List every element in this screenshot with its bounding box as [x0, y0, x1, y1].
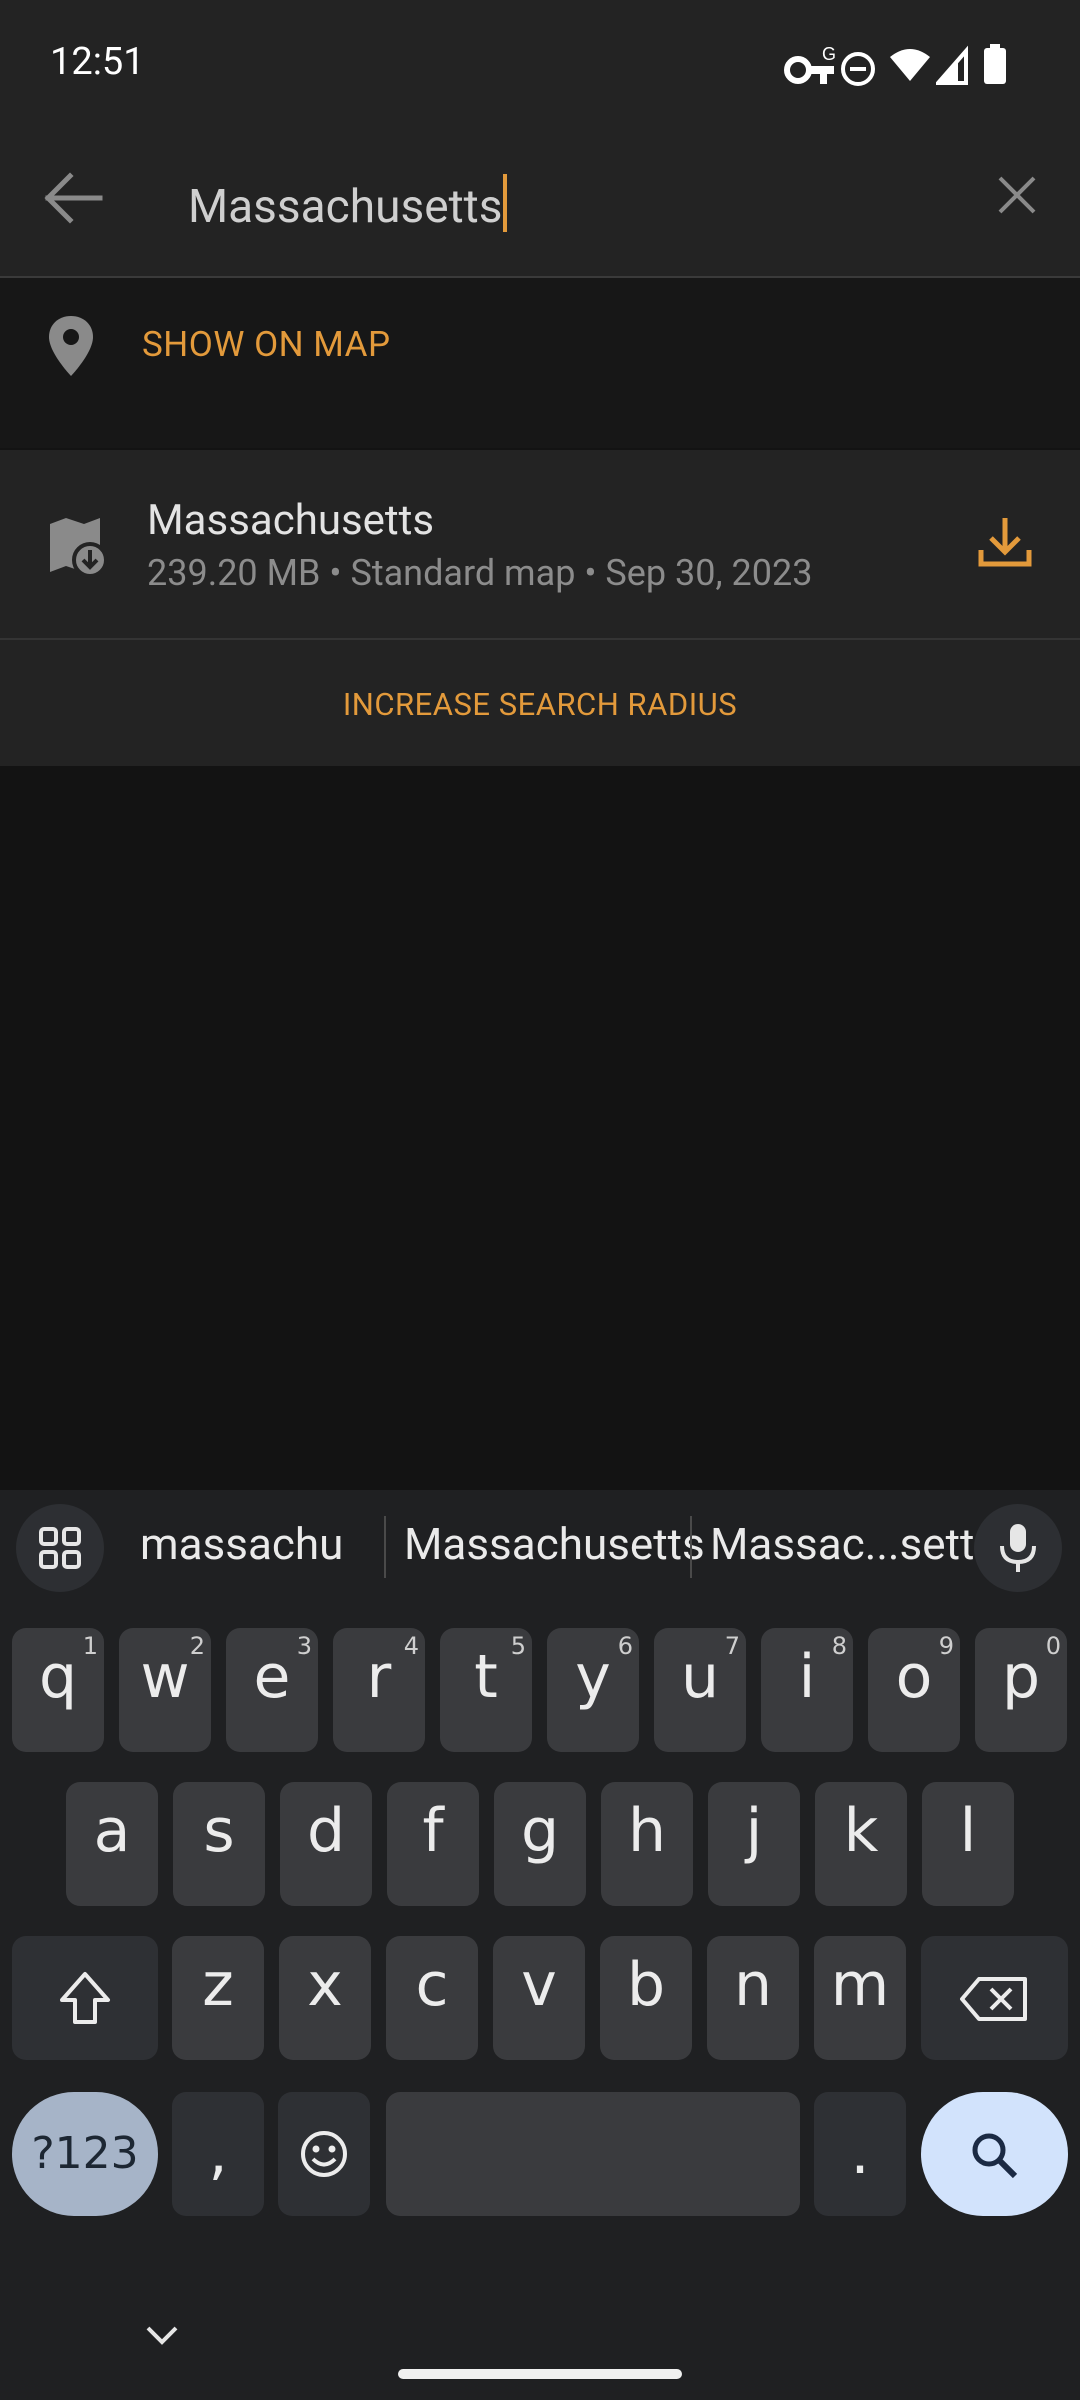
- key-e[interactable]: e3: [226, 1628, 318, 1752]
- key-s[interactable]: s: [173, 1782, 265, 1906]
- key-r[interactable]: r4: [333, 1628, 425, 1752]
- key-y[interactable]: y6: [547, 1628, 639, 1752]
- backspace-icon: [960, 1977, 1027, 2021]
- key-hint: 6: [617, 1632, 633, 1660]
- key-o[interactable]: o9: [868, 1628, 960, 1752]
- key-label: n: [733, 1950, 773, 2020]
- search-input[interactable]: Massachusetts: [188, 174, 508, 234]
- key-h[interactable]: h: [601, 1782, 693, 1906]
- chevron-down-icon[interactable]: [142, 2320, 182, 2350]
- key-t[interactable]: t5: [440, 1628, 532, 1752]
- battery-icon: [984, 44, 1006, 84]
- download-icon[interactable]: [975, 512, 1035, 572]
- key-j[interactable]: j: [708, 1782, 800, 1906]
- key-hint: 1: [82, 1632, 98, 1660]
- key-label: b: [626, 1950, 666, 2020]
- voice-input-button[interactable]: [974, 1504, 1062, 1592]
- shift-icon: [60, 1972, 110, 2024]
- emoji-icon: [301, 2131, 347, 2177]
- key-label: j: [745, 1796, 763, 1866]
- key-hint: 8: [831, 1632, 847, 1660]
- suggestion-1[interactable]: massachu: [140, 1518, 343, 1570]
- key-label: m: [830, 1950, 890, 2020]
- show-on-map-row[interactable]: SHOW ON MAP: [0, 278, 1080, 448]
- key-hint: 7: [724, 1632, 740, 1660]
- key-label: g: [520, 1796, 560, 1866]
- key-label: k: [843, 1796, 879, 1866]
- search-query: Massachusetts: [188, 180, 503, 234]
- result-meta: 239.20 MB • Standard map • Sep 30, 2023: [147, 552, 813, 594]
- key-b[interactable]: b: [600, 1936, 692, 2060]
- key-label: f: [422, 1796, 444, 1866]
- shift-key[interactable]: [12, 1936, 158, 2060]
- key-label: z: [202, 1950, 234, 2020]
- close-icon[interactable]: [990, 168, 1044, 222]
- key-hint: 0: [1045, 1632, 1061, 1660]
- vpn-key-icon: G: [784, 44, 836, 84]
- result-list-item[interactable]: Massachusetts 239.20 MB • Standard map •…: [0, 450, 1080, 640]
- key-hint: 5: [510, 1632, 526, 1660]
- key-label: v: [521, 1950, 557, 2020]
- status-time: 12:51: [50, 40, 145, 84]
- key-c[interactable]: c: [386, 1936, 478, 2060]
- map-pin-icon: [49, 316, 93, 376]
- search-icon: [972, 2133, 1018, 2179]
- result-title: Massachusetts: [147, 496, 435, 545]
- key-label: h: [627, 1796, 667, 1866]
- key-p[interactable]: p0: [975, 1628, 1067, 1752]
- microphone-icon: [1000, 1524, 1036, 1572]
- key-i[interactable]: i8: [761, 1628, 853, 1752]
- key-label: x: [307, 1950, 343, 2020]
- arrow-back-icon[interactable]: [40, 158, 110, 238]
- key-label: c: [415, 1950, 449, 2020]
- cell-signal-icon: [936, 45, 968, 85]
- increase-search-radius-label: INCREASE SEARCH RADIUS: [342, 686, 738, 723]
- keyboard-menu-button[interactable]: [16, 1504, 104, 1592]
- key-m[interactable]: m: [814, 1936, 906, 2060]
- key-v[interactable]: v: [493, 1936, 585, 2060]
- key-hint: 4: [403, 1632, 419, 1660]
- suggestion-divider: [384, 1516, 386, 1578]
- soft-keyboard: massachu Massachusetts Massac...settes q…: [0, 1490, 1080, 2400]
- key-w[interactable]: w2: [119, 1628, 211, 1752]
- apps-grid-icon: [39, 1527, 81, 1569]
- key-label: d: [306, 1796, 346, 1866]
- key-q[interactable]: q1: [12, 1628, 104, 1752]
- key-a[interactable]: a: [66, 1782, 158, 1906]
- key-d[interactable]: d: [280, 1782, 372, 1906]
- gesture-nav-handle[interactable]: [398, 2369, 682, 2379]
- backspace-key[interactable]: [921, 1936, 1068, 2060]
- do-not-disturb-icon: [841, 52, 875, 86]
- svg-text:G: G: [822, 44, 836, 64]
- key-z[interactable]: z: [172, 1936, 264, 2060]
- emoji-key[interactable]: [278, 2092, 370, 2216]
- key-u[interactable]: u7: [654, 1628, 746, 1752]
- show-on-map-label: SHOW ON MAP: [142, 324, 391, 365]
- map-download-icon: [50, 518, 108, 578]
- search-key[interactable]: [921, 2092, 1068, 2216]
- suggestion-divider: [690, 1516, 692, 1578]
- increase-search-radius-button[interactable]: INCREASE SEARCH RADIUS: [0, 640, 1080, 766]
- wifi-icon: [890, 49, 930, 81]
- key-n[interactable]: n: [707, 1936, 799, 2060]
- key-x[interactable]: x: [279, 1936, 371, 2060]
- text-cursor: [503, 174, 508, 232]
- key-g[interactable]: g: [494, 1782, 586, 1906]
- key-hint: 2: [189, 1632, 205, 1660]
- key-hint: 3: [296, 1632, 312, 1660]
- key-l[interactable]: l: [922, 1782, 1014, 1906]
- symbols-key[interactable]: ?123: [12, 2092, 158, 2216]
- status-bar: 12:51 G: [0, 0, 1080, 126]
- search-app-bar: Massachusetts: [0, 126, 1080, 278]
- key-hint: 9: [938, 1632, 954, 1660]
- key-label: a: [93, 1796, 131, 1866]
- space-key[interactable]: [386, 2092, 800, 2216]
- comma-key[interactable]: ,: [172, 2092, 264, 2216]
- period-key[interactable]: .: [814, 2092, 906, 2216]
- key-f[interactable]: f: [387, 1782, 479, 1906]
- suggestion-2[interactable]: Massachusetts: [404, 1518, 705, 1570]
- key-label: s: [203, 1796, 235, 1866]
- key-k[interactable]: k: [815, 1782, 907, 1906]
- key-label: l: [959, 1796, 977, 1866]
